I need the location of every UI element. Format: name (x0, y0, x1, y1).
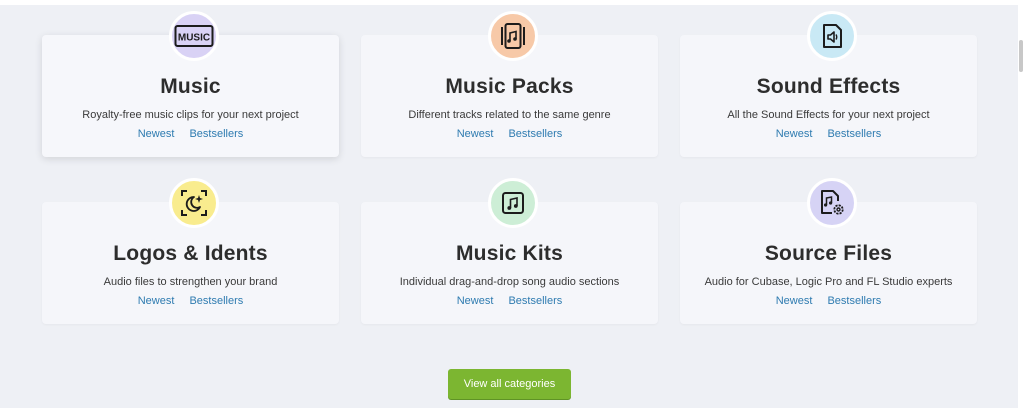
bestsellers-link[interactable]: Bestsellers (508, 295, 562, 307)
card-links: Newest Bestsellers (42, 128, 339, 140)
card-links: Newest Bestsellers (361, 295, 658, 307)
card-description: Different tracks related to the same gen… (408, 109, 611, 121)
card-title: Logos & Idents (113, 242, 268, 265)
card-title: Source Files (764, 242, 893, 265)
top-band (0, 0, 1024, 5)
newest-link[interactable]: Newest (138, 295, 175, 307)
bestsellers-link[interactable]: Bestsellers (189, 128, 243, 140)
svg-text:MUSIC: MUSIC (177, 33, 209, 44)
category-card-music-kits[interactable]: Music Kits Individual drag-and-drop song… (361, 178, 658, 324)
scrollbar-thumb[interactable] (1019, 40, 1023, 72)
card-description: All the Sound Effects for your next proj… (727, 109, 930, 121)
card-description: Audio files to strengthen your brand (103, 276, 278, 288)
newest-link[interactable]: Newest (776, 128, 813, 140)
scrollbar[interactable] (1018, 0, 1024, 408)
card-title: Music Packs (445, 75, 574, 98)
card-description: Audio for Cubase, Logic Pro and FL Studi… (704, 276, 953, 288)
bestsellers-link[interactable]: Bestsellers (508, 128, 562, 140)
category-card-sound-effects[interactable]: Sound Effects All the Sound Effects for … (680, 11, 977, 157)
card-title: Music Kits (455, 242, 564, 265)
category-card-music[interactable]: MUSIC Music Royalty-free music clips for… (42, 11, 339, 157)
music-label-icon: MUSIC (168, 11, 219, 61)
card-title: Sound Effects (756, 75, 901, 98)
bestsellers-link[interactable]: Bestsellers (827, 128, 881, 140)
card-links: Newest Bestsellers (680, 295, 977, 307)
music-pack-icon (487, 11, 538, 61)
card-links: Newest Bestsellers (361, 128, 658, 140)
card-title: Music (160, 75, 221, 98)
newest-link[interactable]: Newest (138, 128, 175, 140)
music-file-gear-icon (806, 178, 857, 228)
category-card-music-packs[interactable]: Music Packs Different tracks related to … (361, 11, 658, 157)
music-note-box-icon (487, 178, 538, 228)
card-links: Newest Bestsellers (42, 295, 339, 307)
card-description: Royalty-free music clips for your next p… (82, 109, 299, 121)
view-all-categories-button[interactable]: View all categories (448, 369, 571, 399)
card-description: Individual drag-and-drop song audio sect… (399, 276, 620, 288)
category-card-logos-idents[interactable]: Logos & Idents Audio files to strengthen… (42, 178, 339, 324)
newest-link[interactable]: Newest (776, 295, 813, 307)
speaker-file-icon (806, 11, 857, 61)
bestsellers-link[interactable]: Bestsellers (189, 295, 243, 307)
newest-link[interactable]: Newest (457, 295, 494, 307)
bestsellers-link[interactable]: Bestsellers (827, 295, 881, 307)
category-card-source-files[interactable]: Source Files Audio for Cubase, Logic Pro… (680, 178, 977, 324)
newest-link[interactable]: Newest (457, 128, 494, 140)
moon-sparkle-icon (168, 178, 219, 228)
card-links: Newest Bestsellers (680, 128, 977, 140)
